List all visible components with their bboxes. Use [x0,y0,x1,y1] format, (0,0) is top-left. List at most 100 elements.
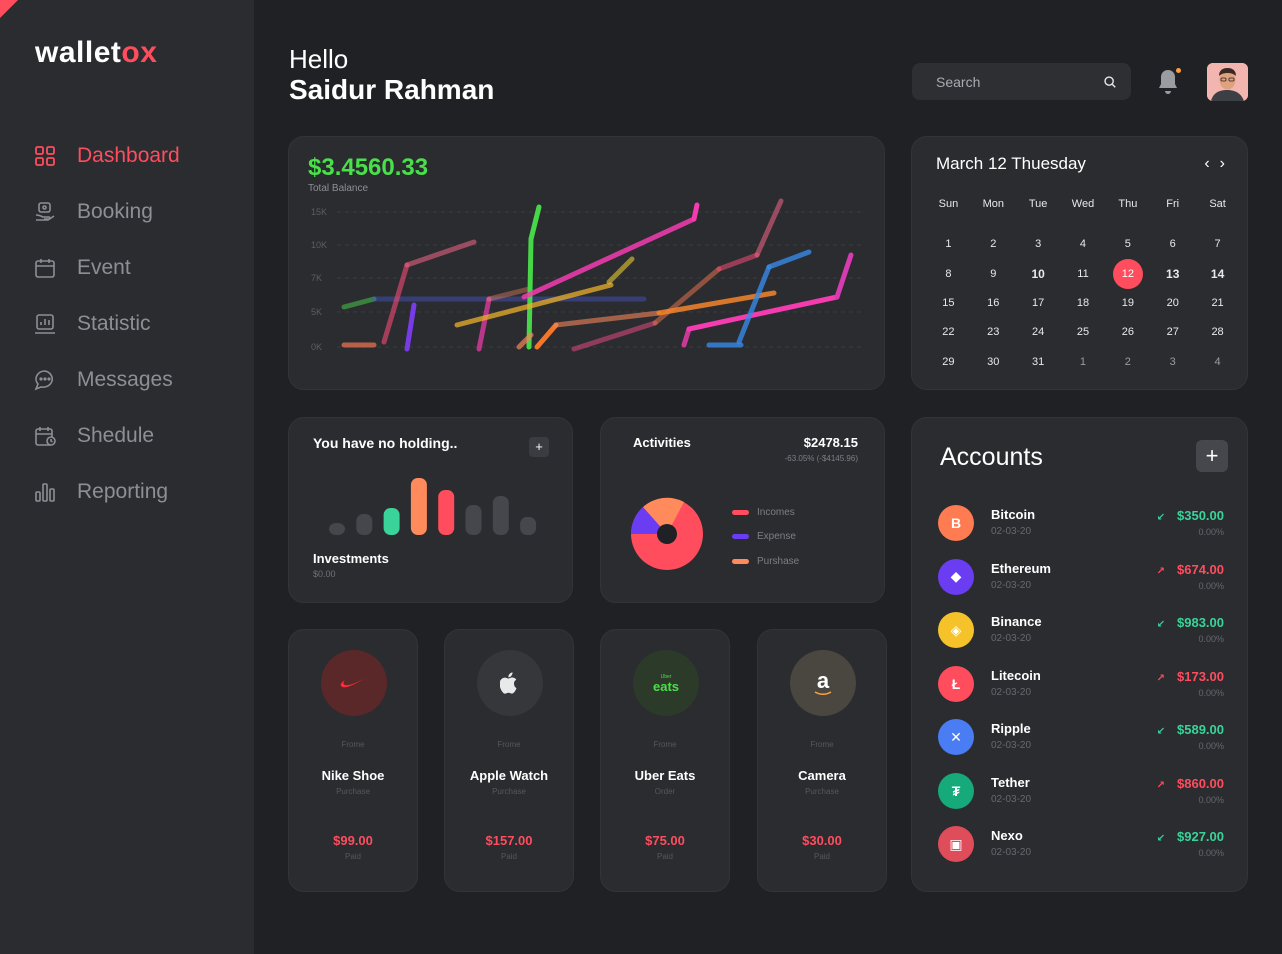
purchase-type: Purchase [492,787,526,796]
litecoin-icon: Ł [938,665,974,702]
calendar-day[interactable]: 15 [926,297,971,309]
bar-chart-icon [33,480,57,504]
trend-up-icon: ↗ [1156,672,1165,684]
sidebar-item-messages[interactable]: Messages [33,352,180,408]
calendar-day[interactable]: 25 [1061,326,1106,338]
calendar-week: 1 2 3 4 5 6 7 [926,229,1240,259]
add-account-button[interactable]: + [1196,440,1228,472]
calendar-week: 22 23 24 25 26 27 28 [926,318,1240,348]
purchase-card-camera[interactable]: a Frome Camera Purchase $30.00 Paid [757,629,887,892]
calendar-day[interactable]: 1 [926,238,971,250]
calendar-day[interactable]: 13 [1150,267,1195,281]
calendar-day[interactable]: 4 [1061,238,1106,250]
purchase-type: Purchase [805,787,839,796]
y-tick: 5K [311,307,322,317]
account-row-binance[interactable]: ◈ Binance 02-03-20 ↙ $983.00 0.00% [938,610,1228,664]
purchase-card-uber-eats[interactable]: Uber eats Frome Uber Eats Order $75.00 P… [600,629,730,892]
account-date: 02-03-20 [991,579,1032,591]
calendar-day[interactable]: 14 [1195,267,1240,281]
sidebar-item-reporting[interactable]: Reporting [33,464,180,520]
account-row-bitcoin[interactable]: B Bitcoin 02-03-20 ↙ $350.00 0.00% [938,503,1228,557]
nike-logo-icon [321,650,387,716]
holdings-bar-chart [329,478,537,535]
calendar-day[interactable]: 29 [926,356,971,368]
calendar-day-selected[interactable]: 12 [1105,258,1150,289]
purchase-card-apple[interactable]: Frome Apple Watch Purchase $157.00 Paid [444,629,574,892]
sidebar-item-event[interactable]: Event [33,240,180,296]
calendar-day[interactable]: 9 [971,268,1016,280]
account-row-litecoin[interactable]: Ł Litecoin 02-03-20 ↗ $173.00 0.00% [938,664,1228,718]
account-percent: 0.00% [1198,741,1224,751]
calendar-day[interactable]: 11 [1061,268,1106,280]
add-holding-button[interactable]: + [529,437,549,457]
calendar-day[interactable]: 26 [1105,326,1150,338]
calendar-day[interactable]: 19 [1105,297,1150,309]
account-date: 02-03-20 [991,793,1032,805]
avatar[interactable] [1207,63,1248,101]
calendar-day[interactable]: 23 [971,326,1016,338]
purchase-card-nike[interactable]: Frome Nike Shoe Purchase $99.00 Paid [288,629,418,892]
calendar-day[interactable]: 5 [1105,238,1150,250]
activities-legend: Incomes Expense Purshase [732,500,799,574]
calendar-day[interactable]: 17 [1016,297,1061,309]
holding-bar [520,517,537,535]
calendar-day[interactable]: 30 [971,356,1016,368]
calendar-day[interactable]: 24 [1016,326,1061,338]
amazon-logo-icon: a [790,650,856,716]
uber-eats-logo-text: eats [652,678,680,694]
calendar-day[interactable]: 7 [1195,238,1240,250]
calendar-day[interactable]: 28 [1195,326,1240,338]
calendar-week: 8 9 10 11 12 13 14 [926,258,1240,289]
calendar-day[interactable]: 18 [1061,297,1106,309]
calendar-day[interactable]: 6 [1150,238,1195,250]
calendar-day[interactable]: 16 [971,297,1016,309]
search-icon[interactable] [1103,75,1117,89]
account-percent: 0.00% [1198,794,1224,805]
activities-value: $2478.15 [803,435,858,450]
search-input[interactable] [936,73,1086,90]
nexo-icon: ▣ [938,826,974,862]
account-row-tether[interactable]: ₮ Tether 02-03-20 ↗ $860.00 0.00% [938,771,1228,825]
chevron-right-icon[interactable]: › [1220,155,1225,173]
sidebar-item-dashboard[interactable]: Dashboard [33,128,180,184]
calendar-day[interactable]: 31 [1016,356,1061,368]
calendar-day-next-month[interactable]: 3 [1150,356,1195,368]
sidebar: walletox Dashboard Booking Event Statist… [0,0,254,954]
calendar-day[interactable]: 2 [971,238,1016,250]
account-name: Ripple [991,721,1031,736]
calendar-day[interactable]: 8 [926,268,971,280]
calendar-day[interactable]: 20 [1150,297,1195,309]
calendar-day-next-month[interactable]: 2 [1105,356,1150,368]
hand-icon [33,200,57,224]
sidebar-item-statistic[interactable]: Statistic [33,296,180,352]
account-percent: 0.00% [1198,687,1224,698]
y-tick: 0K [311,342,322,352]
weekday-label: Fri [1166,198,1180,210]
trend-up-icon: ↗ [1156,779,1165,791]
calendar-day[interactable]: 27 [1150,326,1195,338]
chevron-left-icon[interactable]: ‹ [1204,155,1209,173]
legend-label: Expense [757,531,796,543]
sidebar-item-booking[interactable]: Booking [33,184,180,240]
calendar-day[interactable]: 3 [1016,238,1061,250]
selected-day-label: 12 [1112,258,1143,289]
calendar-day[interactable]: 21 [1195,297,1240,309]
calendar-day[interactable]: 10 [1016,267,1061,281]
app-logo[interactable]: walletox [35,36,157,70]
account-row-nexo[interactable]: ▣ Nexo 02-03-20 ↙ $927.00 0.00% [938,824,1228,878]
holding-bar [329,523,345,535]
account-row-ethereum[interactable]: ◆ Ethereum 02-03-20 ↗ $674.00 0.00% [938,557,1228,611]
activities-donut-chart [630,497,703,570]
calendar-day[interactable]: 22 [926,326,971,338]
calendar-icon [33,256,57,280]
calendar-day-next-month[interactable]: 4 [1195,356,1240,368]
sidebar-item-shedule[interactable]: Shedule [33,408,180,464]
holding-bar [465,505,482,535]
account-name: Tether [991,774,1030,790]
calendar-card: March 12 Thuesday ‹ › Sun Mon Tue Wed Th… [911,136,1248,390]
investments-value: $0.00 [313,569,336,579]
account-row-ripple[interactable]: ✕ Ripple 02-03-20 ↙ $589.00 0.00% [938,717,1228,771]
bitcoin-icon: B [938,505,974,541]
account-percent: 0.00% [1198,848,1224,858]
calendar-day-next-month[interactable]: 1 [1061,356,1106,368]
